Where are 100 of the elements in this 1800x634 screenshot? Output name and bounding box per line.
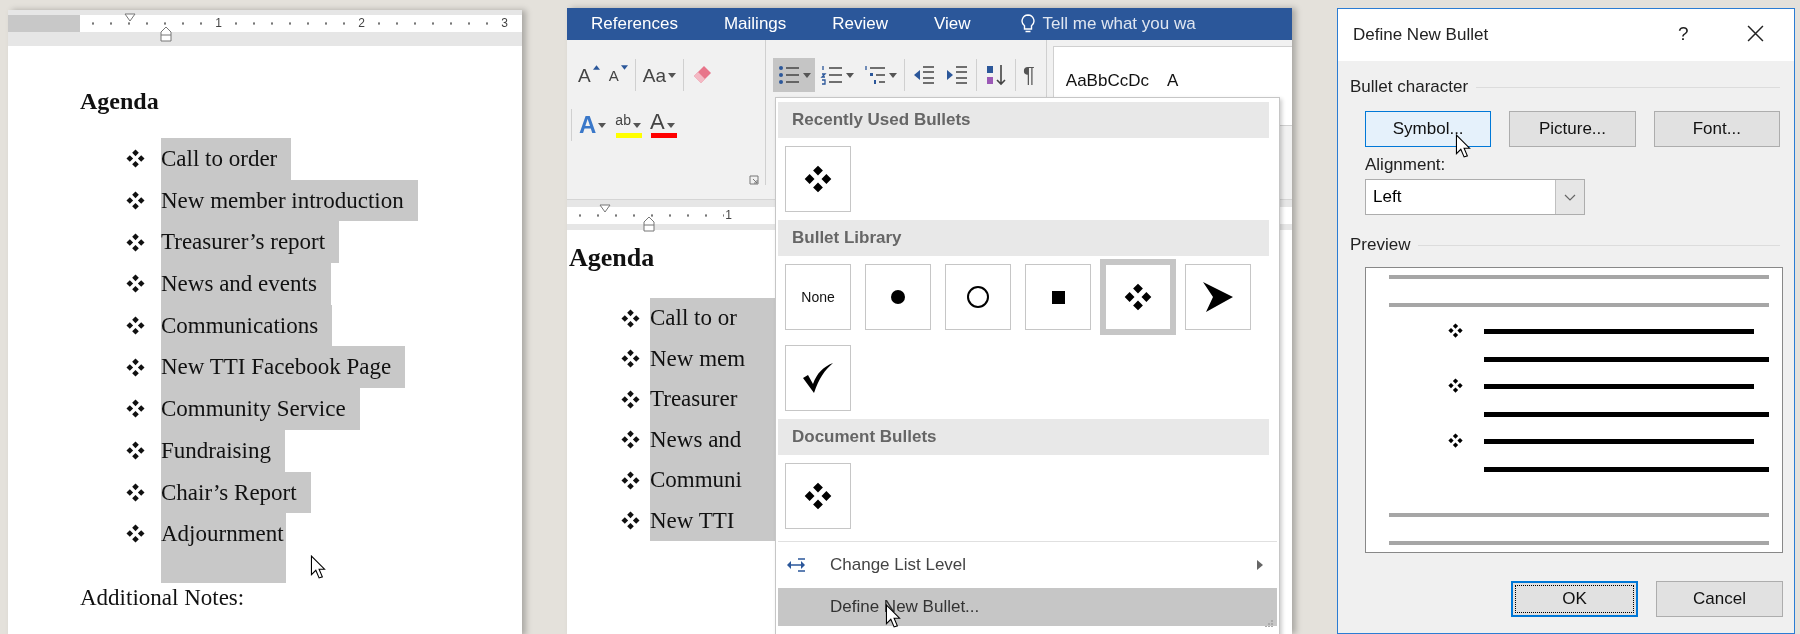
body-text: Additional Notes: — [80, 584, 246, 611]
numbered-list-icon — [820, 63, 844, 87]
heading: Agenda — [80, 87, 160, 116]
help-button[interactable]: ? — [1672, 21, 1695, 47]
diamond-bullet-icon — [126, 482, 145, 502]
change-case-button[interactable]: Aa — [638, 58, 680, 92]
diamond-bullet-icon — [126, 274, 145, 294]
diamond-bullet-icon — [126, 441, 145, 461]
list-item: Treasurer’s report — [161, 221, 340, 264]
bullet-option[interactable] — [785, 463, 851, 529]
circle-icon — [967, 286, 989, 308]
ribbon-tab[interactable]: View — [918, 8, 987, 40]
diamond-bullet-icon — [126, 232, 145, 252]
diamond-bullet-icon — [1124, 283, 1152, 311]
bullet-option[interactable] — [1185, 264, 1251, 330]
diamond-bullet-icon — [126, 357, 145, 377]
list-item: News and — [650, 419, 778, 460]
arrowhead-icon — [1203, 282, 1233, 312]
list-item: Call to order — [161, 138, 292, 180]
indent-marker-icon[interactable] — [643, 216, 655, 232]
grow-font-button[interactable]: A — [574, 58, 604, 92]
diamond-bullet-icon — [126, 399, 145, 419]
style-preview[interactable]: A — [1166, 71, 1179, 91]
bullets-button[interactable] — [773, 58, 815, 92]
alignment-dropdown[interactable]: Left — [1365, 179, 1585, 215]
heading: Agenda — [569, 242, 656, 274]
checkmark-icon — [803, 363, 833, 393]
ribbon-tab[interactable]: Review — [816, 8, 905, 40]
group-label: Preview — [1350, 235, 1411, 255]
dialog-launcher-icon[interactable] — [749, 175, 759, 185]
dialog-button[interactable]: Symbol... — [1365, 111, 1492, 147]
resize-grip-icon[interactable] — [1265, 619, 1273, 627]
ribbon-tab[interactable]: References — [575, 8, 694, 40]
style-preview[interactable]: AaBbCcDc — [1065, 71, 1149, 91]
bullet-option[interactable] — [1100, 259, 1176, 335]
menu-item[interactable]: Change List Level — [778, 546, 1277, 584]
diamond-bullet-icon — [621, 430, 640, 450]
list-item: New member introduction — [161, 179, 418, 222]
diamond-bullet-icon — [804, 482, 832, 510]
bullet-option[interactable] — [785, 345, 851, 411]
multilevel-list-icon — [863, 63, 887, 87]
indent-marker-icon[interactable] — [160, 26, 172, 42]
field-label: Alignment: — [1365, 155, 1447, 175]
list-item: Communications — [161, 304, 333, 347]
caret-down-icon — [620, 65, 628, 70]
square-icon — [1051, 290, 1065, 304]
diamond-bullet-icon — [621, 470, 640, 490]
list-item: Treasurer — [650, 379, 778, 420]
highlight-button[interactable]: ab — [611, 108, 645, 142]
bullet-option[interactable] — [785, 146, 851, 212]
filled-dot-icon — [891, 290, 905, 304]
list-item: Chair’s Report — [161, 471, 311, 514]
section-header: Bullet Library — [778, 220, 1269, 256]
list-item: Call to or — [650, 298, 778, 339]
list-item: Adjournment — [161, 513, 286, 583]
tell-me-field[interactable]: Tell me what you wa — [1042, 14, 1196, 34]
diamond-bullet-icon — [621, 389, 640, 409]
chevron-down-icon — [1564, 193, 1576, 201]
bullet-option[interactable] — [945, 264, 1011, 330]
diamond-bullet-icon — [126, 149, 145, 169]
bullet-option[interactable] — [1025, 264, 1091, 330]
list-item: News and events — [161, 263, 331, 305]
close-icon — [1747, 25, 1764, 42]
indent-marker-icon[interactable] — [124, 13, 136, 22]
list-item: Community Service — [161, 388, 360, 430]
list-level-icon — [786, 558, 806, 572]
window-title: Define New Bullet — [1353, 25, 1489, 45]
submenu-arrow-icon — [1257, 560, 1263, 570]
diamond-bullet-icon — [621, 308, 640, 328]
lightbulb-icon — [1020, 14, 1035, 34]
diamond-bullet-icon — [621, 511, 640, 531]
list-item: New TTI Facebook Page — [161, 346, 406, 389]
dialog-button[interactable]: Cancel — [1656, 581, 1783, 617]
bulleted-list-icon — [777, 63, 801, 87]
caret-up-icon — [592, 65, 600, 70]
dialog-button[interactable]: OK — [1511, 581, 1638, 617]
mouse-pointer-icon — [310, 555, 326, 579]
ribbon-tab[interactable]: Mailings — [707, 8, 803, 40]
increase-indent-icon — [945, 63, 969, 87]
bullet-option[interactable]: None — [785, 264, 851, 330]
list-item: New TTI — [650, 500, 778, 541]
section-header: Recently Used Bullets — [778, 102, 1269, 138]
dialog-button[interactable]: Font... — [1653, 111, 1780, 147]
text-effects-button[interactable]: A — [575, 108, 611, 142]
list-item: New mem — [650, 338, 778, 379]
list-item: Communi — [650, 460, 778, 501]
bullet-option[interactable] — [865, 264, 931, 330]
diamond-bullet-icon — [621, 349, 640, 369]
dialog-button[interactable]: Picture... — [1509, 111, 1636, 147]
group-label: Bullet character — [1350, 77, 1469, 97]
diamond-bullet-icon — [126, 316, 145, 336]
show-marks-button[interactable]: ¶ — [1019, 58, 1039, 92]
section-header: Document Bullets — [778, 419, 1269, 455]
ruler-margin — [8, 15, 80, 32]
diamond-bullet-icon — [126, 524, 145, 544]
diamond-bullet-icon — [126, 191, 145, 211]
shrink-font-button[interactable]: A — [604, 58, 632, 92]
indent-marker-icon[interactable] — [599, 204, 611, 213]
font-color-button[interactable]: A — [645, 108, 679, 142]
diamond-bullet-icon — [804, 165, 832, 193]
